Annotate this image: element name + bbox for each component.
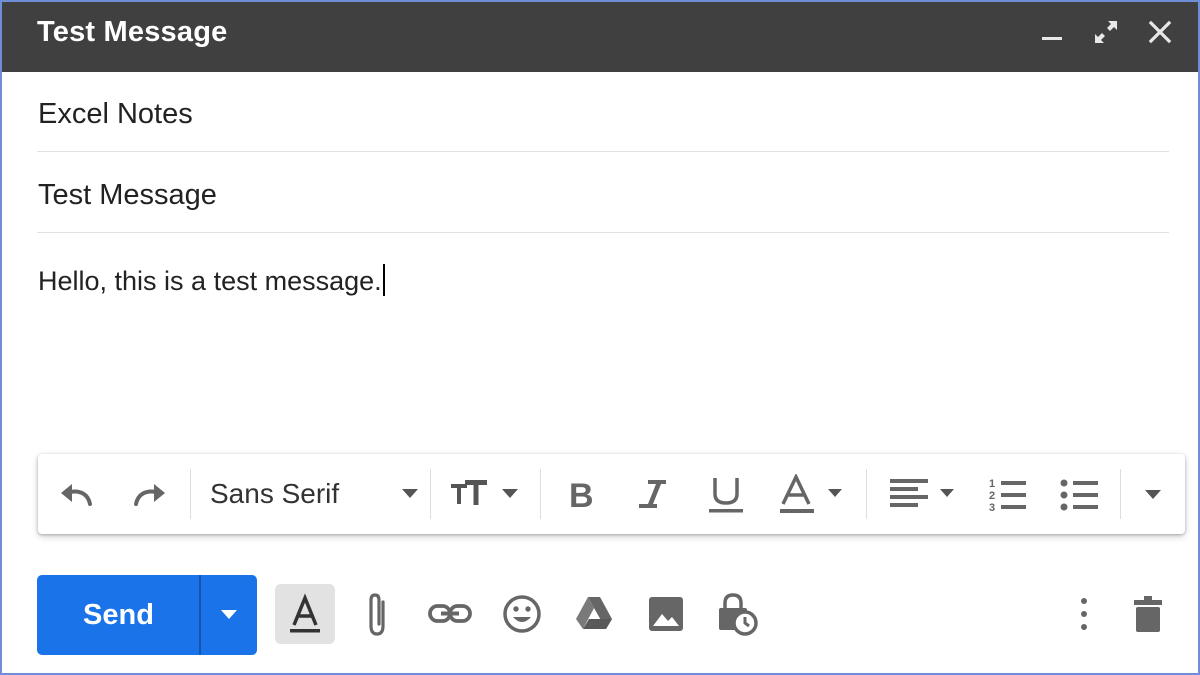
confidential-icon[interactable]: [708, 584, 768, 644]
text-cursor: [382, 264, 385, 296]
close-icon[interactable]: [1145, 17, 1175, 47]
numbered-list-icon[interactable]: 1 2 3: [986, 474, 1028, 514]
font-family-label: Sans Serif: [210, 478, 340, 509]
message-body-text: Hello, this is a test message.: [38, 266, 382, 296]
toolbar-separator: [866, 469, 867, 519]
minimize-icon[interactable]: [1037, 17, 1067, 47]
to-field[interactable]: Excel Notes: [37, 72, 1169, 152]
photo-icon[interactable]: [636, 584, 696, 644]
formatting-toolbar: Sans Serif B 1 2 3: [38, 454, 1185, 534]
undo-icon[interactable]: [56, 474, 98, 514]
message-body[interactable]: Hello, this is a test message.: [38, 264, 385, 297]
toolbar-separator: [190, 469, 191, 519]
formatting-options-icon[interactable]: [275, 584, 335, 644]
more-formatting-icon[interactable]: [1142, 474, 1164, 514]
more-options-icon[interactable]: [1054, 584, 1114, 644]
redo-icon[interactable]: [128, 474, 170, 514]
align-icon[interactable]: [888, 474, 960, 514]
send-button-label: Send: [83, 599, 154, 631]
svg-text:3: 3: [989, 502, 995, 514]
svg-text:1: 1: [989, 478, 995, 490]
bottom-toolbar: Send: [2, 562, 1198, 672]
toolbar-separator: [430, 469, 431, 519]
toolbar-separator: [540, 469, 541, 519]
svg-text:B: B: [569, 477, 594, 514]
discard-icon[interactable]: [1118, 584, 1178, 644]
attach-icon[interactable]: [348, 584, 408, 644]
italic-icon[interactable]: [636, 474, 670, 514]
send-button[interactable]: Send: [37, 575, 257, 655]
link-icon[interactable]: [420, 584, 480, 644]
chevron-down-icon: [221, 610, 237, 619]
toolbar-separator: [1120, 469, 1121, 519]
subject-text: Test Message: [38, 179, 217, 211]
bulleted-list-icon[interactable]: [1058, 474, 1100, 514]
compose-window: Test Message Excel Notes Test Message He…: [0, 0, 1200, 675]
bold-icon[interactable]: B: [566, 474, 600, 514]
font-size-icon[interactable]: [448, 474, 524, 514]
emoji-icon[interactable]: [492, 584, 552, 644]
send-options-button[interactable]: [201, 575, 257, 655]
compose-title: Test Message: [37, 16, 228, 48]
to-recipient: Excel Notes: [38, 98, 193, 130]
drive-icon[interactable]: [564, 584, 624, 644]
chevron-down-icon: [402, 489, 418, 498]
svg-text:2: 2: [989, 490, 995, 502]
font-family-select[interactable]: Sans Serif: [210, 474, 420, 514]
subject-field[interactable]: Test Message: [37, 153, 1169, 233]
underline-icon[interactable]: [706, 474, 746, 514]
text-color-icon[interactable]: [778, 474, 850, 514]
compose-titlebar[interactable]: Test Message: [2, 2, 1198, 72]
expand-icon[interactable]: [1091, 17, 1121, 47]
